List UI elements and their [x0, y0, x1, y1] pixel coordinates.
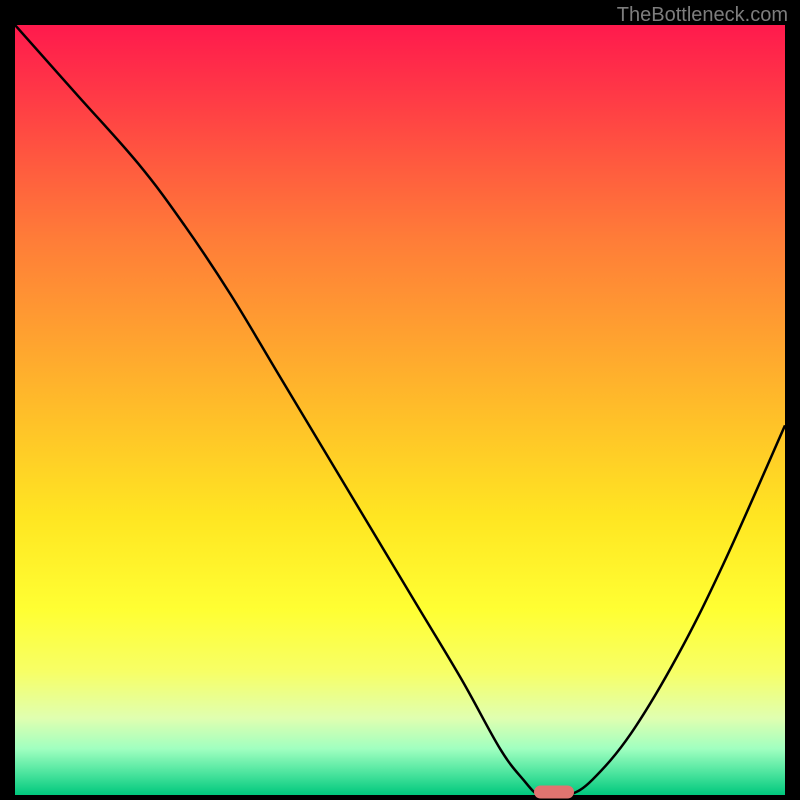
- plot-area: [15, 25, 785, 795]
- optimal-marker: [534, 786, 574, 799]
- curve-path: [15, 25, 785, 795]
- plot-frame: [15, 25, 785, 795]
- bottleneck-curve: [15, 25, 785, 795]
- watermark-text: TheBottleneck.com: [617, 4, 788, 27]
